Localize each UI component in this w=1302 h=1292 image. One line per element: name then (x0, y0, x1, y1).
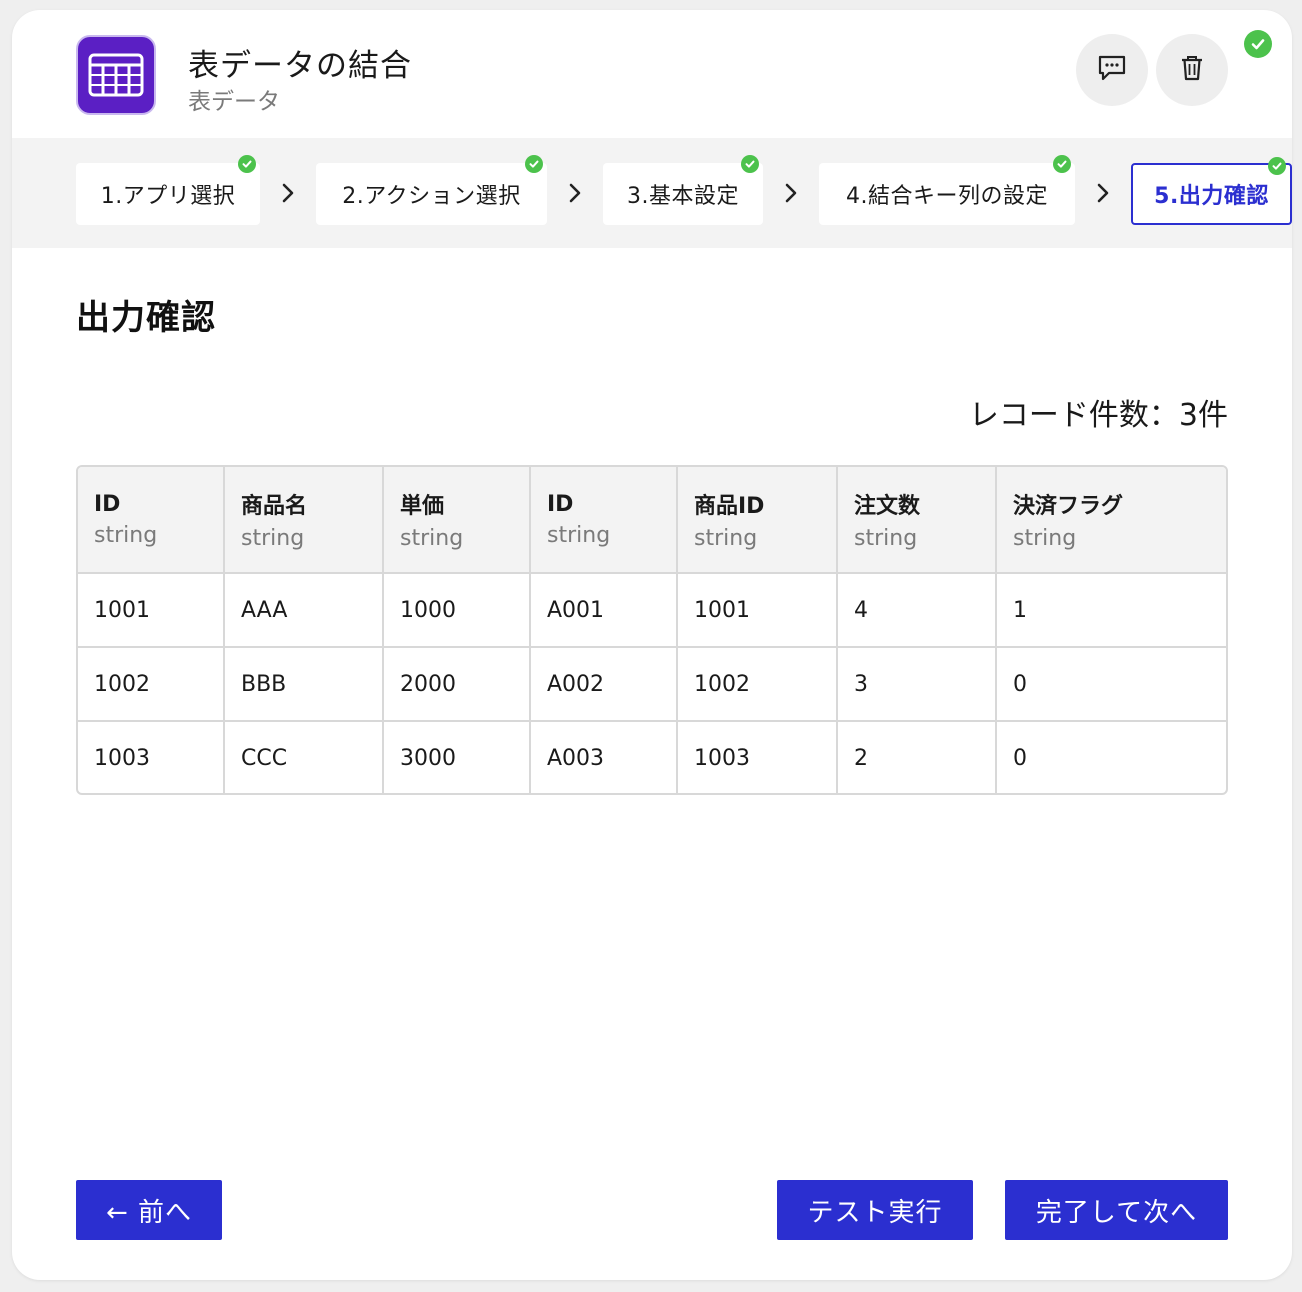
table-cell: 1002 (78, 646, 225, 722)
column-header: 決済フラグ string (995, 467, 1226, 574)
main-card: 表データの結合 表データ 1.アプリ選択 2.アクション選択 3.基本設定 4.… (12, 10, 1292, 1280)
column-type: string (694, 526, 758, 551)
column-header: 単価 string (382, 467, 531, 574)
table-cell: 1002 (676, 646, 838, 722)
column-header: 商品ID string (676, 467, 838, 574)
table-cell: CCC (223, 720, 384, 793)
column-header: ID string (78, 467, 225, 574)
check-icon (741, 155, 759, 173)
test-run-button[interactable]: テスト実行 (777, 1180, 973, 1240)
delete-button[interactable] (1156, 34, 1228, 106)
trash-icon (1180, 54, 1204, 86)
table-cell: 3000 (382, 720, 531, 793)
table-cell: 2 (836, 720, 997, 793)
stepper: 1.アプリ選択 2.アクション選択 3.基本設定 4.結合キー列の設定 5.出力… (12, 138, 1292, 248)
step-label: 5.出力確認 (1154, 184, 1269, 209)
column-name: 商品ID (694, 494, 765, 519)
chevron-right-icon (280, 178, 296, 208)
check-circle-icon (1244, 30, 1272, 58)
table-cell: 2000 (382, 646, 531, 722)
column-name: ID (547, 491, 574, 517)
step-join-key-settings[interactable]: 4.結合キー列の設定 (819, 155, 1075, 225)
step-label: 3.基本設定 (627, 184, 739, 209)
output-table: ID string 商品名 string 単価 string ID string 商品I… (76, 465, 1228, 795)
table-header-row: ID string 商品名 string 単価 string ID string 商品I… (78, 467, 1226, 574)
table-cell: 1000 (382, 572, 531, 648)
comment-button[interactable] (1076, 34, 1148, 106)
step-action-select[interactable]: 2.アクション選択 (316, 155, 547, 225)
step-basic-settings[interactable]: 3.基本設定 (603, 155, 763, 225)
table-cell: 3 (836, 646, 997, 722)
column-header: 商品名 string (223, 467, 384, 574)
comment-icon (1097, 54, 1127, 86)
table-cell: 1003 (78, 720, 225, 793)
table-cell: BBB (223, 646, 384, 722)
prev-button[interactable]: ← 前へ (76, 1180, 222, 1240)
page-title: 出力確認 (76, 298, 216, 338)
table-cell: 1001 (676, 572, 838, 648)
table-cell: AAA (223, 572, 384, 648)
column-name: 決済フラグ (1013, 494, 1124, 519)
column-name: 注文数 (854, 494, 921, 519)
record-count: レコード件数：3件 (968, 398, 1228, 433)
column-header: ID string (529, 467, 678, 574)
table-cell: A002 (529, 646, 678, 722)
step-label: 2.アクション選択 (342, 184, 521, 209)
table-row: 1001 AAA 1000 A001 1001 4 1 (78, 572, 1226, 648)
chevron-right-icon (1095, 178, 1111, 208)
check-icon (1268, 157, 1286, 175)
column-name: ID (94, 491, 121, 517)
app-title: 表データの結合 (188, 48, 412, 84)
column-type: string (400, 526, 464, 551)
column-type: string (547, 522, 611, 548)
check-icon (238, 155, 256, 173)
table-icon (76, 35, 156, 115)
column-type: string (1013, 526, 1077, 551)
check-icon (1053, 155, 1071, 173)
step-label: 1.アプリ選択 (100, 184, 236, 209)
table-row: 1003 CCC 3000 A003 1003 2 0 (78, 720, 1226, 793)
column-name: 単価 (400, 494, 445, 519)
chevron-right-icon (783, 178, 799, 208)
column-type: string (854, 526, 918, 551)
chevron-right-icon (567, 178, 583, 208)
table-row: 1002 BBB 2000 A002 1002 3 0 (78, 646, 1226, 722)
complete-next-button[interactable]: 完了して次へ (1005, 1180, 1228, 1240)
table-cell: A003 (529, 720, 678, 793)
table-cell: 0 (995, 720, 1226, 793)
step-label: 4.結合キー列の設定 (846, 184, 1048, 209)
table-cell: A001 (529, 572, 678, 648)
table-cell: 0 (995, 646, 1226, 722)
column-name: 商品名 (241, 494, 308, 519)
header: 表データの結合 表データ (12, 10, 1292, 138)
table-cell: 4 (836, 572, 997, 648)
table-cell: 1 (995, 572, 1226, 648)
check-icon (525, 155, 543, 173)
step-output-confirm[interactable]: 5.出力確認 (1131, 157, 1292, 225)
column-header: 注文数 string (836, 467, 997, 574)
column-type: string (241, 526, 305, 551)
app-subtitle: 表データ (188, 89, 280, 115)
step-app-select[interactable]: 1.アプリ選択 (76, 155, 260, 225)
table-cell: 1003 (676, 720, 838, 793)
column-type: string (94, 522, 158, 548)
table-cell: 1001 (78, 572, 225, 648)
